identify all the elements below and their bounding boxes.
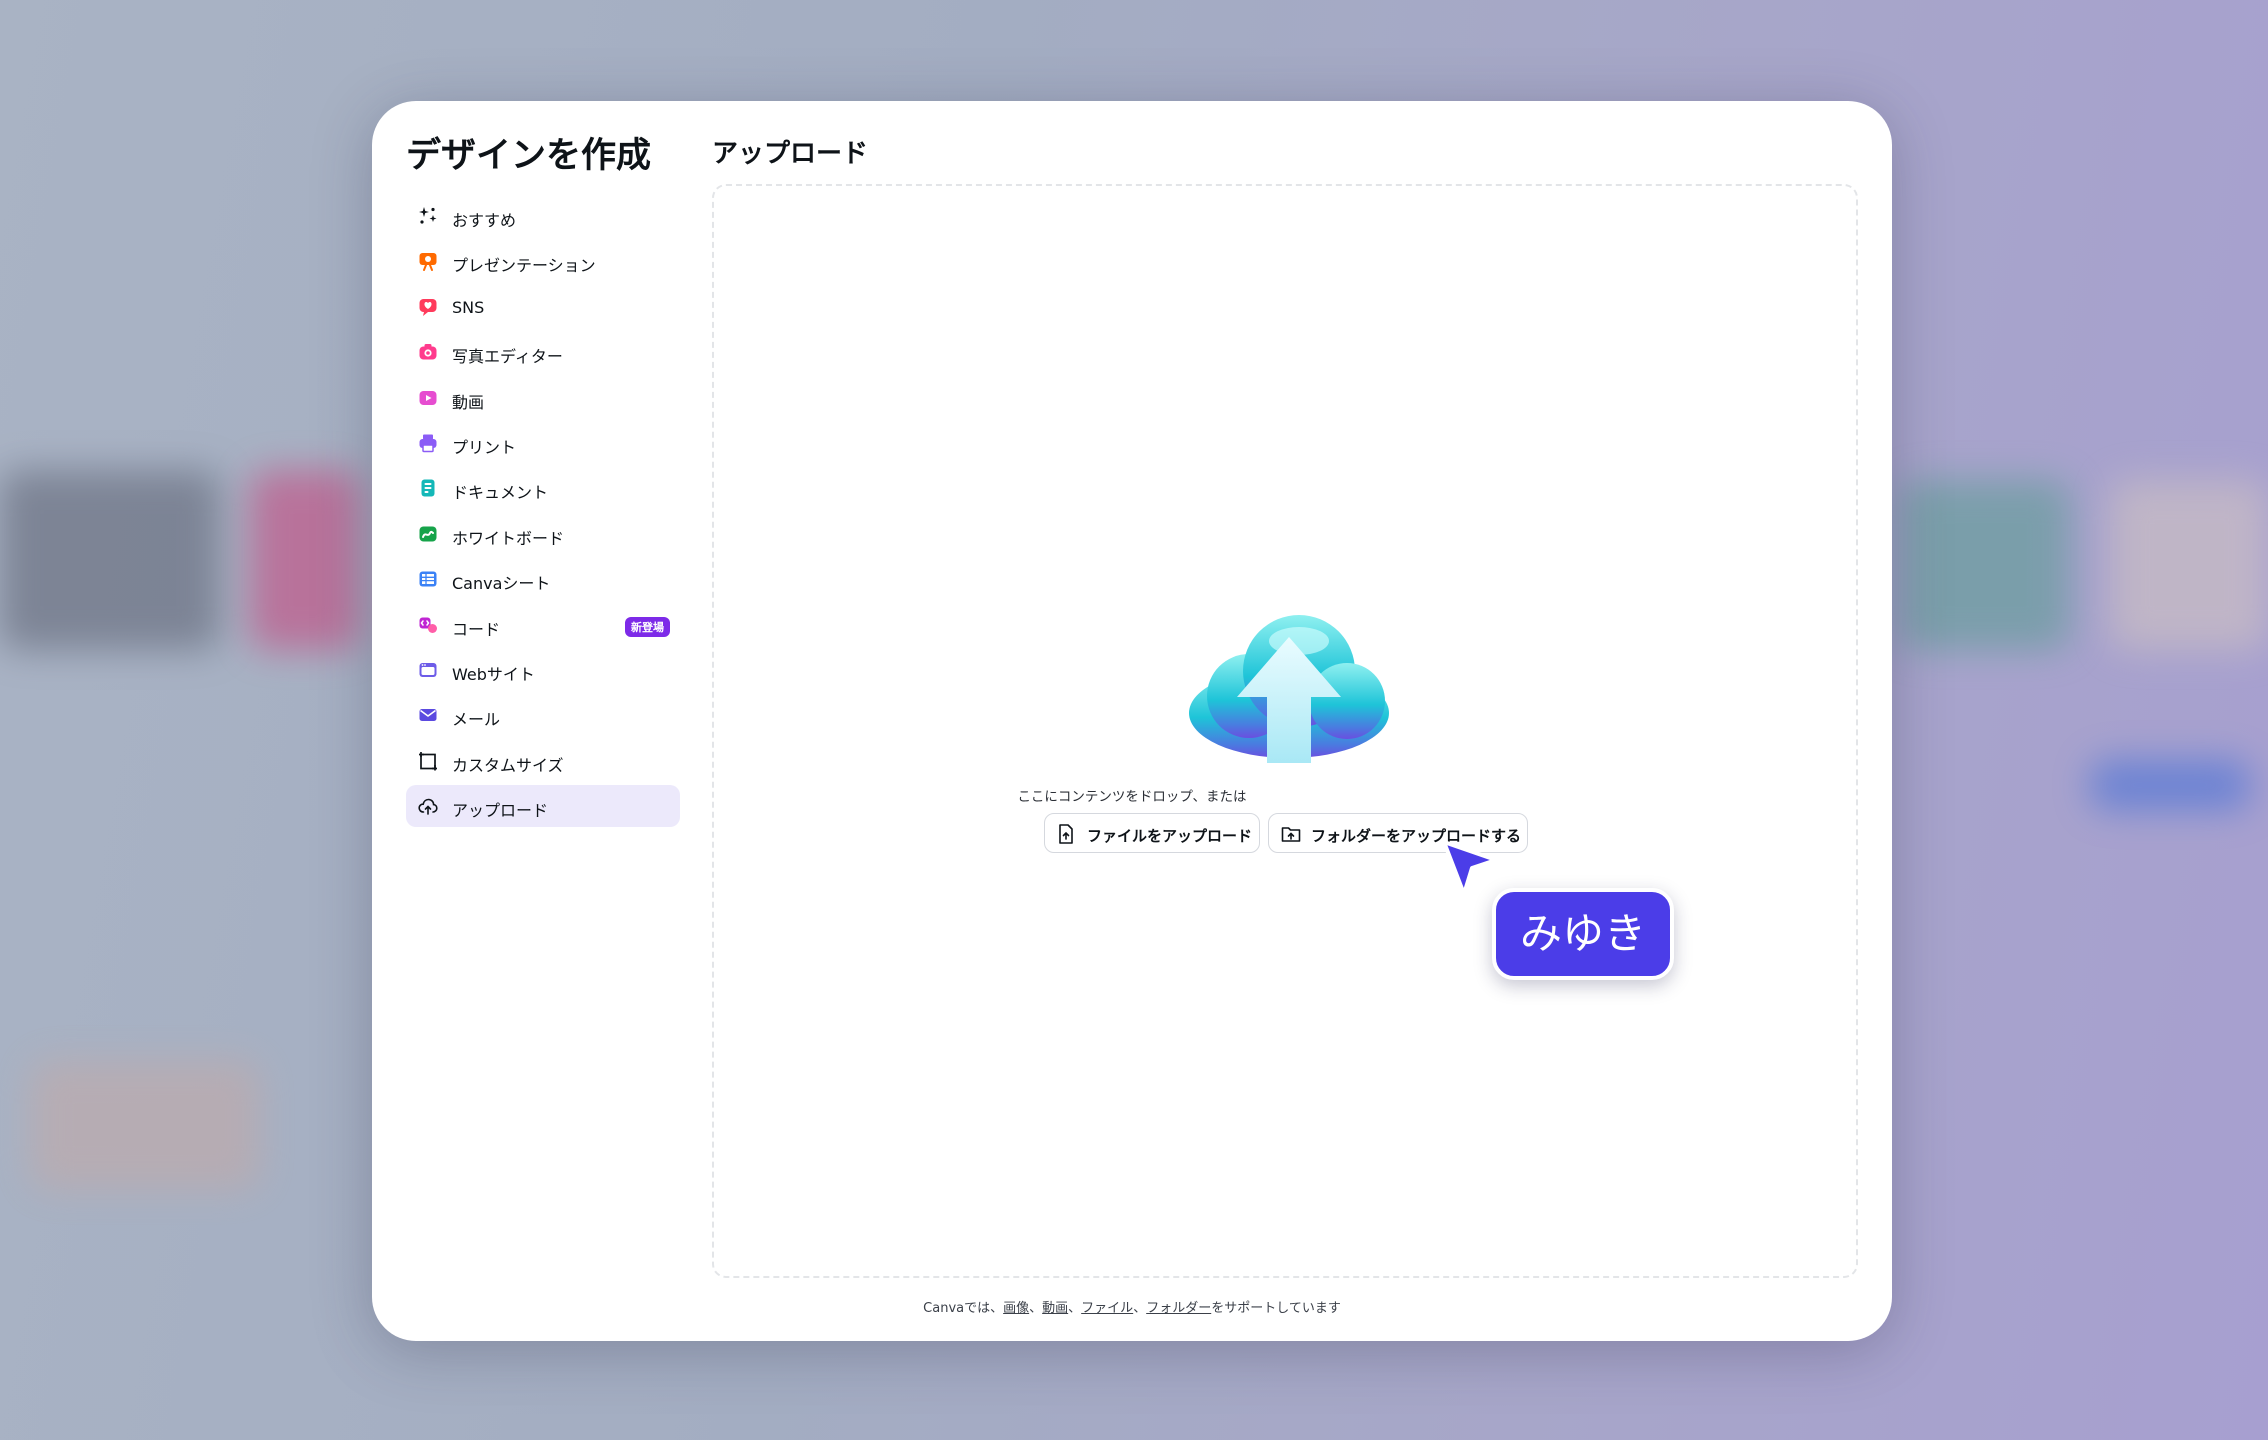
sidebar-item-label: 動画 <box>452 392 485 412</box>
footer-prefix: Canvaでは、 <box>923 1301 1004 1316</box>
footer-separator: 、 <box>1068 1301 1082 1316</box>
sidebar-item-label: おすすめ <box>452 211 517 230</box>
link-images[interactable]: 画像 <box>1003 1301 1029 1316</box>
section-title: アップロード <box>712 139 869 169</box>
category-nav: おすすめプレゼンテーション SNS 写真エディター 動画プリントドキュメント ホワイトボ… <box>406 195 680 830</box>
sidebar-item-label: ホワイトボード <box>452 528 565 548</box>
heart-chat-icon <box>419 298 437 316</box>
footer-separator: 、 <box>1029 1301 1043 1316</box>
link-videos[interactable]: 動画 <box>1042 1301 1068 1316</box>
new-badge: 新登場 <box>625 616 670 637</box>
sidebar-item-video[interactable]: 動画 <box>406 377 680 419</box>
footer-suffix: をサポートしています <box>1211 1301 1341 1316</box>
whiteboard-icon <box>419 526 437 542</box>
upload-file-button[interactable]: ファイルをアップロード <box>1044 813 1260 853</box>
sidebar-item-label: カスタムサイズ <box>452 755 564 775</box>
sidebar-item-label: プレゼンテーション <box>452 256 596 276</box>
sidebar-item-code[interactable]: コード 新登場 <box>406 604 680 646</box>
sidebar-item-label: 写真エディター <box>452 347 563 367</box>
sidebar-item-label: Webサイト <box>452 664 535 684</box>
sidebar-item-sparkle[interactable]: おすすめ <box>406 195 680 237</box>
sparkle-icon <box>419 207 437 224</box>
sidebar-item-custom-size[interactable]: カスタムサイズ <box>406 740 680 782</box>
sheet-icon <box>419 571 437 587</box>
sidebar-item-presentation[interactable]: プレゼンテーション <box>406 240 680 282</box>
sidebar-item-heart-chat[interactable]: SNS <box>406 286 680 328</box>
camera-icon <box>419 344 437 360</box>
link-folders[interactable]: フォルダー <box>1146 1301 1211 1316</box>
presentation-icon <box>419 253 437 272</box>
custom-size-icon <box>419 751 437 771</box>
website-icon <box>419 662 437 677</box>
sidebar-item-document[interactable]: ドキュメント <box>406 467 680 509</box>
drop-instruction: ここにコンテンツをドロップ、または <box>1017 789 1247 805</box>
code-icon <box>419 617 437 633</box>
sidebar-item-camera[interactable]: 写真エディター <box>406 331 680 373</box>
collaborator-cursor-icon <box>1442 840 1498 896</box>
supported-formats-note: Canvaでは、画像、動画、ファイル、フォルダーをサポートしています <box>372 1297 1892 1316</box>
footer-separator: 、 <box>1133 1301 1147 1316</box>
modal-title: デザインを作成 <box>406 136 652 176</box>
upload-file-label: ファイルをアップロード <box>1087 827 1253 845</box>
video-icon <box>419 390 437 405</box>
mail-icon <box>419 709 437 722</box>
link-files[interactable]: ファイル <box>1081 1301 1133 1316</box>
sidebar-item-label: ドキュメント <box>452 483 549 503</box>
sidebar-item-label: メール <box>452 710 501 730</box>
sidebar-item-sheet[interactable]: Canvaシート <box>406 558 680 600</box>
sidebar-item-label: コード <box>452 619 501 639</box>
sidebar-item-label: プリント <box>452 437 517 457</box>
sidebar-item-label: SNS <box>452 297 485 317</box>
file-upload-icon <box>1059 824 1073 844</box>
sidebar-item-printer[interactable]: プリント <box>406 422 680 464</box>
sidebar-item-mail[interactable]: メール <box>406 694 680 736</box>
cloud-upload-illustration-icon <box>1189 615 1389 763</box>
sidebar-item-label: Canvaシート <box>452 574 551 594</box>
document-icon <box>421 479 435 497</box>
sidebar-item-whiteboard[interactable]: ホワイトボード <box>406 513 680 555</box>
sidebar-item-website[interactable]: Webサイト <box>406 649 680 691</box>
create-design-modal: デザインを作成 おすすめ プレゼンテーション SNS 写真エディター 動画 プリント ドキュ… <box>372 101 1892 1341</box>
collaborator-name-tag: みゆき <box>1492 888 1675 980</box>
folder-upload-icon <box>1281 827 1301 842</box>
printer-icon <box>419 434 437 453</box>
